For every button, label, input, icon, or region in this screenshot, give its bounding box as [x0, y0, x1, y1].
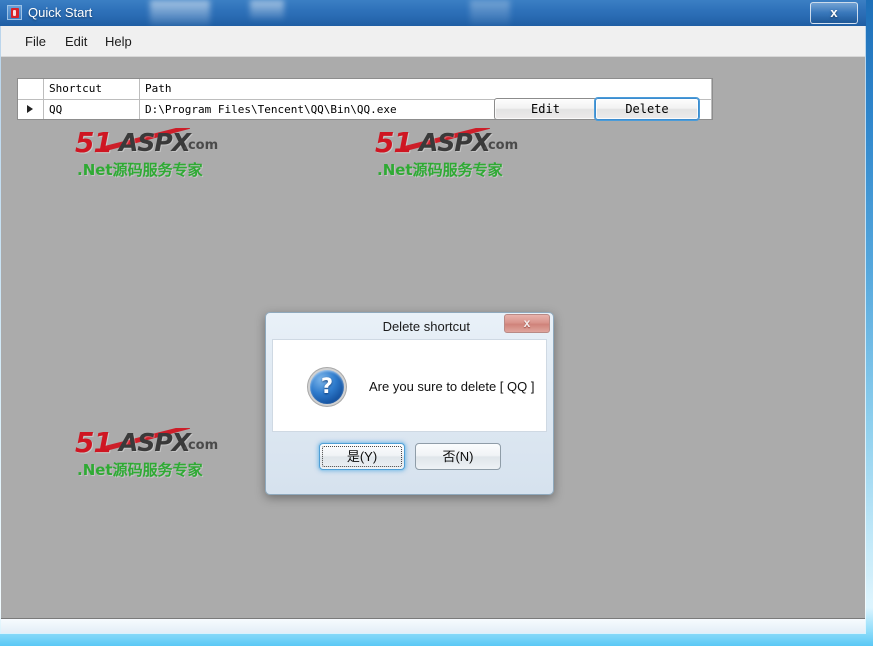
delete-button[interactable]: Delete — [595, 98, 699, 120]
watermark-subtitle: .Net源码服务专家 — [77, 161, 203, 179]
window-title: Quick Start — [28, 5, 93, 20]
watermark-logo: 51 ASPX .com — [75, 428, 225, 456]
client-area: 51 ASPX .com .Net源码服务专家 51 ASPX .com .Ne… — [1, 57, 865, 619]
delete-button-label: Delete — [625, 102, 669, 116]
window-bottom-border — [1, 619, 865, 633]
no-button[interactable]: 否(N) — [415, 443, 501, 470]
watermark-brand-word: ASPX — [119, 428, 191, 456]
watermark-brand-word: ASPX — [419, 128, 491, 156]
cell-shortcut[interactable]: QQ — [44, 100, 140, 119]
edit-button-label: Edit — [531, 102, 560, 116]
watermark-brand-number: 51 — [75, 128, 113, 156]
dialog-footer: 是(Y) 否(N) — [272, 434, 547, 487]
menu-bar: File Edit Help — [1, 26, 865, 57]
watermark-subtitle: .Net源码服务专家 — [377, 161, 503, 179]
watermark-logo: 51 ASPX .com — [75, 128, 225, 156]
delete-confirm-dialog: Delete shortcut x ? Are you sure to dele… — [265, 312, 554, 495]
grid-header-row: Shortcut Path — [18, 79, 712, 100]
watermark-logo: 51 ASPX .com — [375, 128, 525, 156]
dialog-message: Are you sure to delete [ QQ ] — [369, 379, 535, 394]
question-icon: ? — [310, 370, 344, 404]
watermark-brand-tld: .com — [183, 438, 219, 453]
question-icon-glyph: ? — [320, 374, 334, 398]
grid-corner-cell — [18, 79, 44, 99]
watermark: 51 ASPX .com .Net源码服务专家 — [375, 128, 525, 179]
edit-button[interactable]: Edit — [494, 98, 597, 120]
menu-item-help[interactable]: Help — [99, 33, 138, 51]
watermark-subtitle: .Net源码服务专家 — [77, 461, 203, 479]
grid-header-shortcut[interactable]: Shortcut — [44, 79, 140, 99]
window-titlebar[interactable]: Quick Start x — [0, 0, 866, 26]
watermark-brand-word: ASPX — [119, 128, 191, 156]
dialog-body: ? Are you sure to delete [ QQ ] — [272, 339, 547, 432]
menu-item-edit[interactable]: Edit — [59, 33, 93, 51]
row-selector-arrow-icon — [18, 100, 44, 119]
watermark: 51 ASPX .com .Net源码服务专家 — [75, 428, 225, 479]
watermark-brand-tld: .com — [183, 138, 219, 153]
watermark: 51 ASPX .com .Net源码服务专家 — [75, 128, 225, 179]
watermark-brand-number: 51 — [75, 428, 113, 456]
main-window: Quick Start x File Edit Help 51 ASPX .co… — [0, 0, 866, 634]
grid-header-path[interactable]: Path — [140, 79, 712, 99]
watermark-brand-tld: .com — [483, 138, 519, 153]
menu-item-file[interactable]: File — [19, 33, 52, 51]
yes-button[interactable]: 是(Y) — [319, 443, 405, 470]
yes-button-label: 是(Y) — [346, 449, 378, 464]
close-icon[interactable]: x — [810, 2, 858, 24]
titlebar-highlight — [470, 0, 510, 26]
watermark-brand-number: 51 — [375, 128, 413, 156]
titlebar-highlight — [150, 0, 210, 26]
no-button-label: 否(N) — [442, 449, 474, 464]
app-icon — [7, 5, 22, 20]
dialog-close-icon[interactable]: x — [504, 314, 550, 333]
titlebar-highlight — [250, 0, 284, 20]
dialog-title: Delete shortcut — [382, 319, 470, 334]
